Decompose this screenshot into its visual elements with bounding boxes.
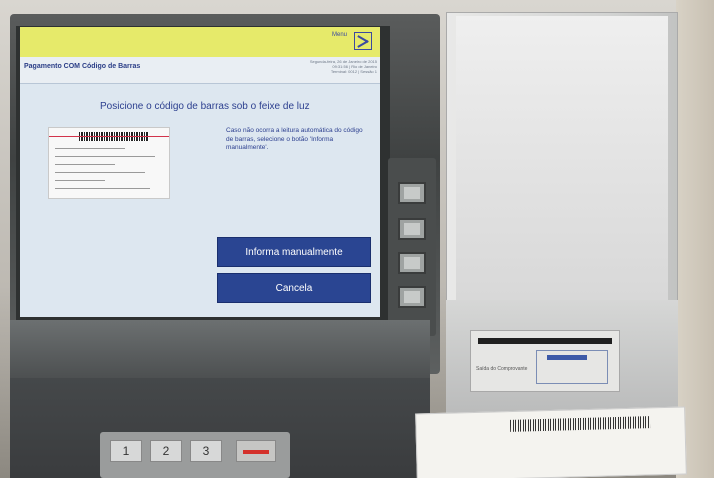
help-text: Caso não ocorra a leitura automática do … bbox=[226, 127, 363, 151]
receipt-slot[interactable] bbox=[478, 338, 612, 344]
bank-logo-icon bbox=[354, 32, 372, 50]
function-key-3[interactable] bbox=[398, 252, 426, 274]
atm-screen: Menu Pagamento COM Código de Barras Segu… bbox=[20, 27, 380, 317]
bill-text-line bbox=[55, 188, 150, 189]
keypad-key-2[interactable]: 2 bbox=[150, 440, 182, 462]
receipt-icon bbox=[536, 350, 608, 384]
page-title: Pagamento COM Código de Barras bbox=[24, 63, 141, 70]
function-key-4[interactable] bbox=[398, 286, 426, 308]
bill-text-line bbox=[55, 148, 125, 149]
bill-text-line bbox=[55, 164, 115, 165]
bill-text-line bbox=[55, 172, 145, 173]
keypad-key-3[interactable]: 3 bbox=[190, 440, 222, 462]
bill-text-line bbox=[55, 156, 155, 157]
atm-kiosk: Menu Pagamento COM Código de Barras Segu… bbox=[0, 0, 714, 478]
header-info: Segunda-feira, 26 de Janeiro de 2015 09:… bbox=[310, 59, 377, 74]
atm-ledge bbox=[10, 320, 430, 378]
laser-line bbox=[49, 136, 169, 137]
header-info-terminal: Terminal: 0012 | Sessão 1 bbox=[330, 69, 377, 74]
keypad-key-1[interactable]: 1 bbox=[110, 440, 142, 462]
screen-header: Menu bbox=[20, 27, 380, 57]
function-key-2[interactable] bbox=[398, 218, 426, 240]
instruction-text: Posicione o código de barras sob o feixe… bbox=[100, 101, 310, 112]
cancela-button[interactable]: Cancela bbox=[217, 273, 371, 303]
cabinet-panel bbox=[456, 16, 668, 300]
screen-subheader: Pagamento COM Código de Barras Segunda-f… bbox=[20, 57, 380, 84]
informa-manualmente-button[interactable]: Informa manualmente bbox=[217, 237, 371, 267]
sample-bill-illustration bbox=[48, 127, 170, 199]
bill-text-line bbox=[55, 180, 105, 181]
receipt-slot-label: Saída do Comprovante bbox=[476, 366, 528, 372]
menu-label: Menu bbox=[332, 32, 348, 38]
function-key-1[interactable] bbox=[398, 182, 426, 204]
keypad-cancel-key[interactable] bbox=[236, 440, 276, 462]
